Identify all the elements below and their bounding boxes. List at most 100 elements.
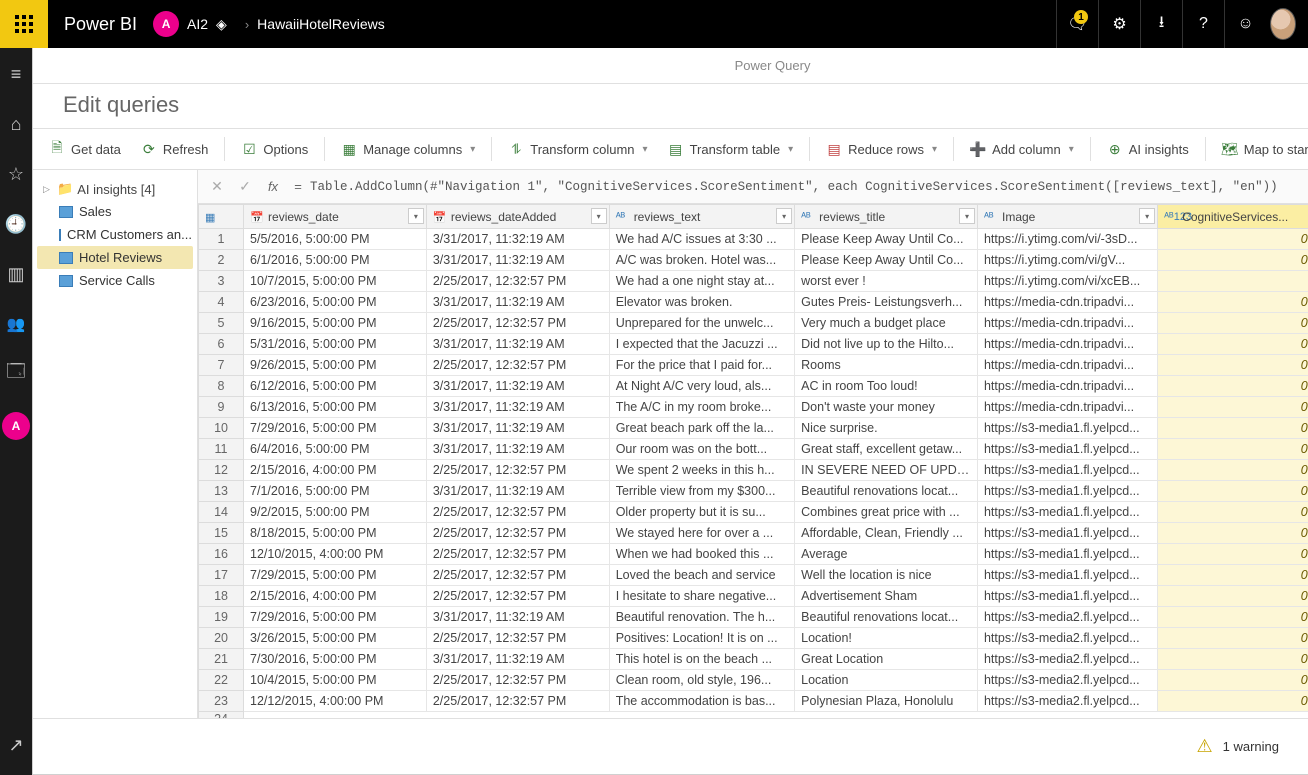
nav-home[interactable]: ⌂ bbox=[0, 108, 32, 140]
grid-scroll[interactable]: ▦📅reviews_date▾📅reviews_dateAdded▾ᴬᴮrevi… bbox=[198, 204, 1308, 718]
row-number-cell[interactable]: 18 bbox=[199, 586, 244, 607]
column-filter-icon[interactable]: ▾ bbox=[408, 208, 424, 224]
user-menu[interactable] bbox=[1266, 0, 1308, 48]
cell-sentiment-score[interactable]: 0.199 bbox=[1158, 376, 1308, 397]
cell-reviews-text[interactable]: I hesitate to share negative... bbox=[609, 586, 794, 607]
row-number-cell[interactable]: 22 bbox=[199, 670, 244, 691]
cell-sentiment-score[interactable]: 0.336 bbox=[1158, 586, 1308, 607]
cell-image[interactable]: https://s3-media1.fl.yelpcd... bbox=[977, 439, 1157, 460]
cell-image[interactable]: https://s3-media1.fl.yelpcd... bbox=[977, 544, 1157, 565]
cell-image[interactable]: https://media-cdn.tripadvi... bbox=[977, 355, 1157, 376]
cell-image[interactable]: https://media-cdn.tripadvi... bbox=[977, 376, 1157, 397]
cell-reviews-date[interactable]: 7/29/2016, 5:00:00 PM bbox=[244, 607, 427, 628]
cell-sentiment-score[interactable]: 0.591 bbox=[1158, 691, 1308, 712]
settings-button[interactable]: ⚙ bbox=[1098, 0, 1140, 48]
cell-reviews-title[interactable]: Location bbox=[795, 670, 978, 691]
cell-reviews-date-added[interactable]: 2/25/2017, 12:32:57 PM bbox=[426, 271, 609, 292]
cell-reviews-date-added[interactable]: 3/31/2017, 11:32:19 AM bbox=[426, 397, 609, 418]
column-filter-icon[interactable]: ▾ bbox=[591, 208, 607, 224]
refresh-button[interactable]: ⟳Refresh bbox=[133, 137, 217, 161]
help-button[interactable]: ? bbox=[1182, 0, 1224, 48]
row-number-cell[interactable]: 20 bbox=[199, 628, 244, 649]
cell-sentiment-score[interactable]: 0.3 bbox=[1158, 271, 1308, 292]
cell-sentiment-score[interactable]: 0.422 bbox=[1158, 481, 1308, 502]
cell-sentiment-score[interactable]: 0.546 bbox=[1158, 544, 1308, 565]
cell-reviews-title[interactable]: Very much a budget place bbox=[795, 313, 978, 334]
row-number-cell[interactable]: 10 bbox=[199, 418, 244, 439]
row-number-cell[interactable]: 8 bbox=[199, 376, 244, 397]
cell-reviews-date[interactable]: 6/13/2016, 5:00:00 PM bbox=[244, 397, 427, 418]
cell-image[interactable]: https://s3-media1.fl.yelpcd... bbox=[977, 460, 1157, 481]
table-row[interactable]: 310/7/2015, 5:00:00 PM2/25/2017, 12:32:5… bbox=[199, 271, 1308, 292]
transform-column-button[interactable]: ⥮Transform column▾ bbox=[500, 137, 655, 161]
cell-image[interactable]: https://s3-media1.fl.yelpcd... bbox=[977, 565, 1157, 586]
cell-reviews-text[interactable]: We spent 2 weeks in this h... bbox=[609, 460, 794, 481]
row-number-cell[interactable]: 21 bbox=[199, 649, 244, 670]
notifications-button[interactable]: 🗨1 bbox=[1056, 0, 1098, 48]
nav-favorites[interactable]: ☆ bbox=[0, 158, 32, 190]
row-number-cell[interactable]: 2 bbox=[199, 250, 244, 271]
cell-reviews-date[interactable]: 9/26/2015, 5:00:00 PM bbox=[244, 355, 427, 376]
cell-image[interactable]: https://media-cdn.tripadvi... bbox=[977, 334, 1157, 355]
row-number-cell[interactable]: 11 bbox=[199, 439, 244, 460]
cell-reviews-date[interactable]: 6/12/2016, 5:00:00 PM bbox=[244, 376, 427, 397]
nav-expand[interactable]: ↗ bbox=[0, 729, 32, 761]
cell-sentiment-score[interactable]: 0.713 bbox=[1158, 502, 1308, 523]
table-row[interactable]: 15/5/2016, 5:00:00 PM3/31/2017, 11:32:19… bbox=[199, 229, 1308, 250]
row-number-cell[interactable]: 24 bbox=[199, 712, 244, 719]
column-header[interactable]: 📅reviews_date▾ bbox=[244, 205, 427, 229]
cell-reviews-date[interactable]: 3/26/2015, 5:00:00 PM bbox=[244, 628, 427, 649]
row-number-cell[interactable]: 6 bbox=[199, 334, 244, 355]
query-item[interactable]: Sales bbox=[37, 200, 193, 223]
table-row[interactable]: 46/23/2016, 5:00:00 PM3/31/2017, 11:32:1… bbox=[199, 292, 1308, 313]
feedback-button[interactable]: ☺ bbox=[1224, 0, 1266, 48]
cell-sentiment-score[interactable]: 0.565 bbox=[1158, 397, 1308, 418]
cell-sentiment-score[interactable]: 0.328 bbox=[1158, 250, 1308, 271]
cell-sentiment-score[interactable]: 0.917 bbox=[1158, 418, 1308, 439]
formula-input[interactable]: Table.AddColumn(#"Navigation 1", "Cognit… bbox=[310, 180, 1307, 194]
table-row[interactable]: 2312/12/2015, 4:00:00 PM2/25/2017, 12:32… bbox=[199, 691, 1308, 712]
cell-reviews-title[interactable]: Great staff, excellent getaw... bbox=[795, 439, 978, 460]
cell-reviews-date-added[interactable]: 3/31/2017, 11:32:19 AM bbox=[426, 439, 609, 460]
cell-reviews-title[interactable]: Don't waste your money bbox=[795, 397, 978, 418]
cell-image[interactable]: https://s3-media1.fl.yelpcd... bbox=[977, 502, 1157, 523]
cell-image[interactable]: https://media-cdn.tripadvi... bbox=[977, 313, 1157, 334]
cell-reviews-date-added[interactable]: 2/25/2017, 12:32:57 PM bbox=[426, 565, 609, 586]
breadcrumb-dataset[interactable]: HawaiiHotelReviews bbox=[257, 16, 385, 32]
reduce-rows-button[interactable]: ▤Reduce rows▾ bbox=[818, 137, 945, 161]
table-row[interactable]: 96/13/2016, 5:00:00 PM3/31/2017, 11:32:1… bbox=[199, 397, 1308, 418]
cell-sentiment-score[interactable]: 0.497 bbox=[1158, 229, 1308, 250]
cell-reviews-date-added[interactable]: 3/31/2017, 11:32:19 AM bbox=[426, 250, 609, 271]
cell-reviews-text[interactable]: I expected that the Jacuzzi ... bbox=[609, 334, 794, 355]
cell-reviews-title[interactable]: Did not live up to the Hilto... bbox=[795, 334, 978, 355]
cell-reviews-date[interactable]: 6/1/2016, 5:00:00 PM bbox=[244, 250, 427, 271]
cell-image[interactable]: https://s3-media1.fl.yelpcd... bbox=[977, 418, 1157, 439]
cell-sentiment-score[interactable]: 0.794 bbox=[1158, 649, 1308, 670]
cell-reviews-title[interactable]: worst ever ! bbox=[795, 271, 978, 292]
row-number-cell[interactable]: 4 bbox=[199, 292, 244, 313]
cell-reviews-date-added[interactable]: 2/25/2017, 12:32:57 PM bbox=[426, 523, 609, 544]
cell-reviews-title[interactable]: Beautiful renovations locat... bbox=[795, 607, 978, 628]
cell-reviews-text[interactable]: Terrible view from my $300... bbox=[609, 481, 794, 502]
cell-reviews-date[interactable]: 10/4/2015, 5:00:00 PM bbox=[244, 670, 427, 691]
cell-reviews-date-added[interactable]: 3/31/2017, 11:32:19 AM bbox=[426, 292, 609, 313]
cell-image[interactable]: https://i.ytimg.com/vi/-3sD... bbox=[977, 229, 1157, 250]
workspace-name[interactable]: AI2 bbox=[187, 16, 208, 32]
cell-image[interactable]: https://i.ytimg.com/vi/gV... bbox=[977, 250, 1157, 271]
cell-reviews-title[interactable]: Nice surprise. bbox=[795, 418, 978, 439]
formula-cancel[interactable]: ✕ bbox=[204, 175, 230, 199]
cell-sentiment-score[interactable]: 0.654 bbox=[1158, 670, 1308, 691]
column-filter-icon[interactable]: ▾ bbox=[776, 208, 792, 224]
cell-reviews-date[interactable]: 8/18/2015, 5:00:00 PM bbox=[244, 523, 427, 544]
cell-image[interactable]: https://s3-media1.fl.yelpcd... bbox=[977, 481, 1157, 502]
cell-reviews-date-added[interactable]: 3/31/2017, 11:32:19 AM bbox=[426, 334, 609, 355]
column-header[interactable]: ᴬᴮreviews_title▾ bbox=[795, 205, 978, 229]
table-row[interactable]: 203/26/2015, 5:00:00 PM2/25/2017, 12:32:… bbox=[199, 628, 1308, 649]
cell-reviews-text[interactable]: Great beach park off the la... bbox=[609, 418, 794, 439]
cell-reviews-date[interactable]: 5/5/2016, 5:00:00 PM bbox=[244, 229, 427, 250]
cell-reviews-text[interactable]: The accommodation is bas... bbox=[609, 691, 794, 712]
cell-reviews-date[interactable]: 9/16/2015, 5:00:00 PM bbox=[244, 313, 427, 334]
cell-reviews-text[interactable]: The A/C in my room broke... bbox=[609, 397, 794, 418]
manage-columns-button[interactable]: ▦Manage columns▾ bbox=[333, 137, 483, 161]
column-header[interactable]: ᴬᴮImage▾ bbox=[977, 205, 1157, 229]
